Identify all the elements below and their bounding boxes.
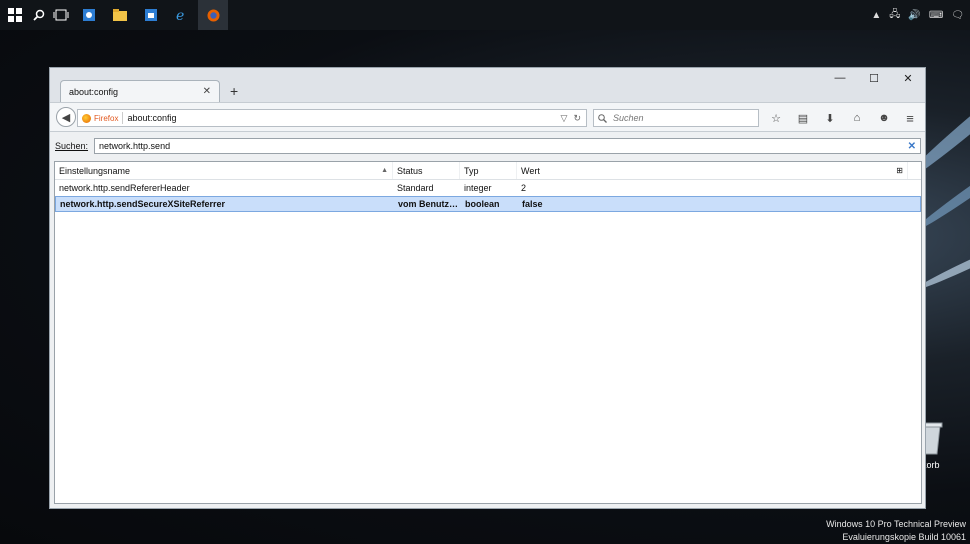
bookmark-star-icon[interactable]: ☆ (767, 109, 785, 127)
column-header-status[interactable]: Status (393, 162, 460, 179)
identity-box[interactable]: Firefox (78, 112, 124, 124)
volume-icon[interactable]: 🔊 (908, 10, 920, 21)
url-bar[interactable]: Firefox about:config ▽ ↻ (77, 109, 587, 127)
pref-name: network.http.sendSecureXSiteReferrer (60, 199, 226, 209)
pref-status: vom Benutzer festgelegt (398, 199, 461, 209)
notifications-icon[interactable]: 🗨 (951, 10, 964, 21)
hamburger-menu-icon[interactable]: ≡ (901, 109, 919, 127)
search-bar[interactable] (593, 109, 759, 127)
close-tab-icon[interactable]: ✕ (203, 86, 211, 97)
chat-icon[interactable]: ☻ (875, 109, 893, 127)
tray-expand-icon[interactable]: ▲ (871, 10, 881, 21)
identity-label: Firefox (94, 113, 119, 123)
store-icon (145, 9, 157, 21)
pref-value: 2 (521, 183, 527, 193)
pref-value: false (522, 199, 543, 209)
taskbar-app-1[interactable] (74, 0, 104, 30)
maximize-button[interactable]: ☐ (857, 68, 891, 88)
firefox-logo-icon (82, 113, 91, 123)
firefox-icon (207, 9, 219, 21)
minimize-button[interactable]: — (823, 68, 857, 88)
watermark-line-2: Evaluierungskopie Build 10061 (842, 532, 966, 542)
table-row[interactable]: network.http.sendRefererHeader Standard … (55, 180, 921, 196)
caption-buttons: — ☐ ✕ (823, 68, 925, 88)
filter-value[interactable]: network.http.send (99, 141, 908, 151)
internet-explorer-icon: e (176, 8, 184, 22)
windows-logo-icon (8, 8, 22, 22)
search-input[interactable] (611, 112, 755, 124)
downloads-icon[interactable]: ⬇ (821, 109, 839, 127)
tab-title: about:config (69, 86, 119, 97)
column-header-type[interactable]: Typ (460, 162, 517, 179)
toolbar-icons: ☆ ▤ ⬇ ⌂ ☻ (767, 109, 893, 127)
about-config-page: Suchen: network.http.send ✕ Einstellungs… (50, 132, 925, 508)
close-window-button[interactable]: ✕ (891, 68, 925, 88)
app-store-icon (83, 9, 95, 21)
sort-ascending-icon: ▲ (381, 167, 388, 174)
taskbar-explorer[interactable] (105, 0, 135, 30)
taskbar: e ▲ 🖧 🔊 ⌨ 🗨 (0, 0, 970, 30)
clear-filter-icon[interactable]: ✕ (908, 141, 916, 152)
filter-label: Suchen: (55, 141, 89, 151)
reload-icon[interactable]: ↻ (573, 113, 581, 124)
history-dropdown-icon[interactable]: ▽ (561, 113, 568, 124)
back-arrow-icon: ◀ (61, 111, 71, 124)
network-icon[interactable]: 🖧 (889, 7, 900, 24)
column-header-name[interactable]: Einstellungsname ▲ (55, 162, 393, 179)
bookmarks-menu-icon[interactable]: ▤ (794, 109, 812, 127)
pref-status: Standard (397, 183, 434, 193)
pref-type: integer (464, 183, 492, 193)
back-button[interactable]: ◀ (56, 107, 76, 127)
input-icon[interactable]: ⌨ (929, 10, 943, 21)
config-tree[interactable]: Einstellungsname ▲ Status Typ Wert ⊞ net… (54, 161, 922, 504)
table-row-selected[interactable]: network.http.sendSecureXSiteReferrer vom… (55, 196, 921, 212)
search-icon (33, 9, 45, 21)
tab-about-config[interactable]: about:config ✕ (60, 80, 220, 102)
system-tray: ▲ 🖧 🔊 ⌨ 🗨 (871, 0, 964, 30)
folder-icon (113, 9, 127, 21)
svg-text:e: e (176, 8, 184, 22)
task-view-button[interactable] (46, 0, 76, 30)
new-tab-button[interactable]: + (230, 83, 238, 99)
url-text[interactable]: about:config (123, 113, 560, 123)
os-watermark: Windows 10 Pro Technical Preview Evaluie… (826, 518, 966, 544)
firefox-window: — ☐ ✕ about:config ✕ + ◀ Firefox about:c… (49, 67, 926, 509)
column-header-value[interactable]: Wert ⊞ (517, 162, 908, 179)
url-bar-icons: ▽ ↻ (561, 113, 586, 124)
taskbar-store[interactable] (136, 0, 166, 30)
filter-row: Suchen: network.http.send ✕ (55, 137, 921, 155)
filter-input[interactable]: network.http.send ✕ (94, 138, 921, 154)
pref-type: boolean (465, 199, 500, 209)
column-picker-icon[interactable]: ⊞ (896, 166, 903, 175)
home-icon[interactable]: ⌂ (848, 109, 866, 127)
pref-name: network.http.sendRefererHeader (59, 183, 190, 193)
taskbar-firefox[interactable] (198, 0, 228, 30)
search-icon (598, 113, 607, 123)
watermark-line-1: Windows 10 Pro Technical Preview (826, 519, 966, 529)
taskbar-ie[interactable]: e (167, 0, 197, 30)
table-header: Einstellungsname ▲ Status Typ Wert ⊞ (55, 162, 921, 180)
task-view-icon (53, 9, 69, 21)
navigation-toolbar: ◀ Firefox about:config ▽ ↻ ☆ ▤ ⬇ ⌂ ☻ ≡ (50, 102, 925, 132)
